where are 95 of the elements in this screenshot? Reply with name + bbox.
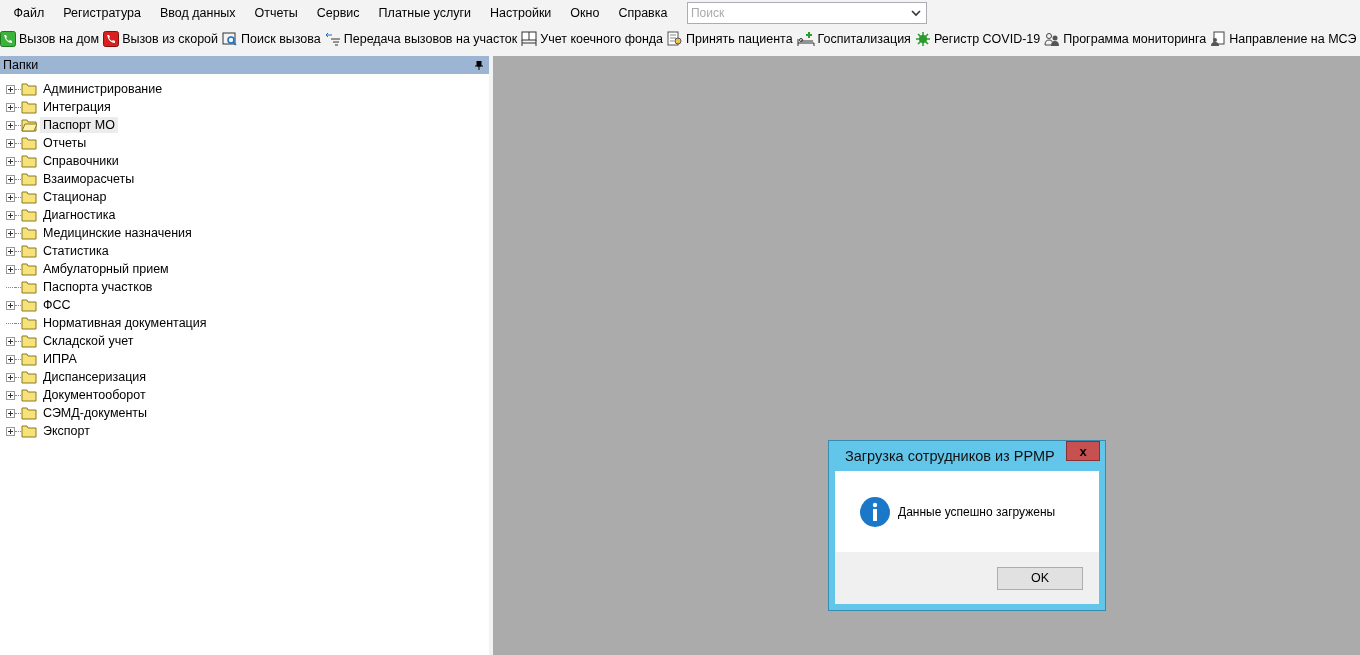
toolbar-button[interactable]: Направление на МСЭ [1210,30,1360,47]
folder-icon [21,370,37,384]
tree-item[interactable]: Паспорта участков [40,279,156,295]
expand-icon[interactable] [6,300,15,310]
tree-item[interactable]: Амбулаторный прием [40,261,172,277]
expand-icon[interactable] [6,156,15,166]
expand-icon[interactable] [6,426,15,436]
ok-button[interactable]: OK [997,566,1083,590]
menu-item[interactable]: Ввод данных [150,5,246,20]
expand-icon[interactable] [6,84,15,94]
expand-icon[interactable] [6,264,15,274]
menu-item[interactable]: Окно [560,5,609,20]
expand-icon[interactable] [6,336,15,346]
expand-icon[interactable] [6,354,15,364]
folder-icon [21,190,37,204]
tree-item[interactable]: Взаиморасчеты [40,171,138,187]
folder-icon [21,406,37,420]
tree-item[interactable]: ИПРА [40,351,80,367]
tree-item[interactable]: Справочники [40,153,122,169]
people-icon [1044,30,1061,47]
toolbar-button[interactable]: Вызов из скорой [103,30,223,47]
close-button[interactable]: x [1066,441,1100,461]
toolbar-button[interactable]: Поиск вызова [222,30,325,47]
search-icon [222,30,239,47]
bed-plus-icon [796,30,815,47]
folder-icon [21,298,37,312]
menu-item[interactable]: Сервис [307,5,370,20]
folder-icon [21,334,37,348]
bed-grid-icon [521,30,538,47]
tree-item[interactable]: Администрирование [40,81,166,97]
tree-item[interactable]: Интеграция [40,99,114,115]
search-field[interactable]: Поиск [686,1,927,24]
expand-icon[interactable] [6,228,15,238]
tree-item[interactable]: Медицинские назначения [40,225,195,241]
open-folder-icon [21,118,37,132]
tree-item[interactable]: Складской учет [40,333,137,349]
folder-icon [21,82,37,96]
folder-icon [21,244,37,258]
folder-icon [21,208,37,222]
document-person-icon [1210,30,1227,47]
dialog-title: Загрузка сотрудников из РРМР [844,448,1055,464]
menu-item[interactable]: Настройки [480,5,561,20]
folder-icon [21,136,37,150]
expand-icon[interactable] [6,210,15,220]
expand-icon[interactable] [6,138,15,148]
tree-item[interactable]: ФСС [40,297,74,313]
toolbar-button[interactable]: Программа мониторинга [1044,30,1211,47]
folder-icon [21,262,37,276]
toolbar-button[interactable]: Принять пациента [667,30,797,47]
folder-icon [21,388,37,402]
toolbar-button[interactable]: Передача вызовов на участок [324,30,522,47]
tree-item[interactable]: Отчеты [40,135,90,151]
tree-item[interactable]: Диспансеризация [40,369,150,385]
toolbar-button[interactable]: Госпитализация [796,30,915,47]
expand-icon[interactable] [6,408,15,418]
menu-item[interactable]: Регистратура [53,5,151,20]
tree-item[interactable]: Нормативная документация [40,315,210,331]
toolbar-button[interactable]: Учет коечного фонда [521,30,668,47]
toolbar-button[interactable]: Регистр COVID-19 [914,30,1045,47]
expand-icon[interactable] [6,246,15,256]
folder-icon [21,280,37,294]
tree-item[interactable]: Стационар [40,189,110,205]
tree-item[interactable]: СЭМД-документы [40,405,151,421]
menu-item[interactable]: Платные услуги [369,5,481,20]
tree-item[interactable]: Паспорт МО [40,117,118,133]
phone-icon [103,30,120,47]
tree-item[interactable]: Экспорт [40,423,93,439]
document-search-icon [667,30,684,47]
folder-icon [21,316,37,330]
menu-item[interactable]: Отчеты [245,5,308,20]
folder-icon [21,424,37,438]
pin-icon[interactable] [475,60,483,70]
panel-title: Папки [3,58,39,72]
folder-icon [21,154,37,168]
dialog-message: Данные успешно загружены [898,504,1056,519]
tree-item[interactable]: Документооборот [40,387,149,403]
expand-icon[interactable] [6,102,15,112]
tree-item[interactable]: Диагностика [40,207,119,223]
folder-icon [21,100,37,114]
expand-icon[interactable] [6,120,15,130]
info-icon [860,496,890,527]
toolbar-button[interactable]: Вызов на дом [0,30,104,47]
expand-icon[interactable] [6,174,15,184]
transfer-icon [324,30,341,47]
expand-icon[interactable] [6,372,15,382]
dropdown-caret-icon[interactable] [910,9,921,17]
tree-item[interactable]: Статистика [40,243,112,259]
expand-icon[interactable] [6,192,15,202]
folder-icon [21,352,37,366]
menu-item[interactable]: Файл [4,5,54,20]
folder-icon [21,226,37,240]
folder-icon [21,172,37,186]
virus-icon [914,30,931,47]
expand-icon[interactable] [6,390,15,400]
menu-item[interactable]: Справка [608,5,677,20]
